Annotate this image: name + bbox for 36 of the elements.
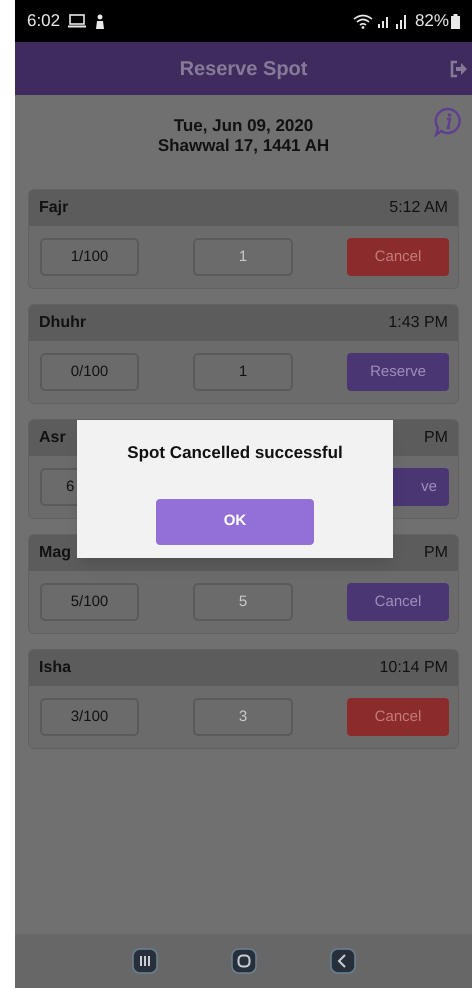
home-icon[interactable] [230,948,256,974]
count-field: 5/100 [40,583,139,621]
battery-icon [451,14,460,28]
wifi-icon [352,14,373,28]
prayer-name: Mag [39,543,71,563]
action-button[interactable]: Cancel [347,238,449,276]
ok-button[interactable]: OK [156,498,314,544]
clock-time: 6:02 [27,10,60,32]
action-button[interactable]: Reserve [347,353,449,391]
prayer-name: Dhuhr [39,313,86,333]
prayer-time: PM [424,543,448,563]
count-field: 1/100 [40,238,139,276]
prayer-time: 10:14 PM [380,658,448,678]
logout-icon[interactable] [450,60,468,78]
action-button[interactable]: Cancel [347,583,449,621]
laptop-icon [68,14,86,28]
prayer-time: 5:12 AM [389,198,448,218]
spots-input-field[interactable]: 1 [193,353,293,391]
action-button[interactable]: Cancel [347,698,449,736]
dialog-message: Spot Cancelled successful [127,442,343,464]
prayer-name: Asr [39,428,66,448]
person-icon [94,14,106,28]
prayer-time: 1:43 PM [388,313,448,333]
prayer-name: Fajr [39,198,68,218]
back-icon[interactable] [330,948,356,974]
app-bar-title: Reserve Spot [178,56,308,82]
battery-percent: 82% [414,10,449,32]
prayer-name: Isha [39,658,72,678]
gregorian-date: Tue, Jun 09, 2020 [174,116,314,136]
count-field: 3/100 [40,698,139,736]
signal-icon [394,14,409,28]
prayer-time: PM [424,428,448,448]
recent-apps-icon[interactable] [132,948,158,974]
signal-icon [376,14,391,28]
count-field: 0/100 [40,353,139,391]
hijri-date: Shawwal 17, 1441 AH [158,136,330,156]
